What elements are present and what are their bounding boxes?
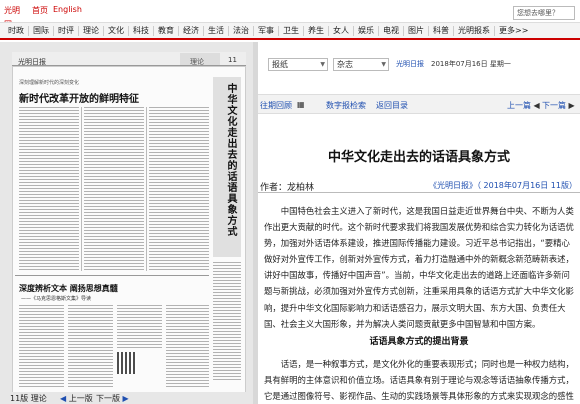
nav-item[interactable]: 科技	[129, 25, 154, 36]
nav-item[interactable]: 生活	[204, 25, 229, 36]
nav-item[interactable]: 更多>>	[495, 26, 532, 36]
nav-item[interactable]: 光明报系	[454, 25, 495, 36]
chevron-down-icon: ▼	[320, 61, 325, 68]
nav-item[interactable]: 文化	[104, 25, 129, 36]
article-text-column[interactable]	[166, 305, 209, 389]
prev-article-link[interactable]: 上一篇 ◀	[507, 100, 540, 111]
nav-item[interactable]: 时政	[4, 25, 29, 36]
paper-kicker: 深刻理解新时代的深刻变化	[19, 80, 80, 86]
nav-item[interactable]: 养生	[304, 25, 329, 36]
article-paragraph: 中国特色社会主义进入了新时代，这是我国日益走近世界舞台中央、不断为人类作出更大贡…	[264, 206, 574, 329]
top-bar: 光明网 首页 English 您想去哪里？	[0, 0, 580, 29]
chevron-down-icon: ▼	[381, 61, 386, 68]
magazine-select[interactable]: 杂志 ▼	[333, 58, 389, 71]
nav-item[interactable]: 国际	[29, 25, 54, 36]
home-link[interactable]: 首页	[32, 5, 48, 16]
article-text-column[interactable]	[19, 107, 79, 271]
digital-search-link[interactable]: 数字报检索	[326, 100, 366, 111]
nav-item[interactable]: 教育	[154, 25, 179, 36]
page-pager: 11版 理论 ◀ 上一版 下一版 ▶	[0, 392, 253, 404]
article-source: 《光明日报》（ 2018年07月16日 11版）	[429, 181, 577, 190]
past-issues-link[interactable]: 往期回顾	[260, 100, 292, 111]
paper-headline-2[interactable]: 深度辨析文本 阐扬思想真髓	[19, 283, 118, 294]
article-text-column[interactable]	[19, 305, 64, 389]
article-paragraph: 话语，是一种叙事方式，是文化外化的重要表现形式；同时也是一种权力结构，具有鲜明的…	[264, 359, 574, 402]
article-text-column[interactable]	[213, 262, 241, 382]
article-author: 作者：龙柏林	[260, 183, 315, 193]
nav-item[interactable]: 女人	[329, 25, 354, 36]
section-heading: 话语具象方式的提出背景	[369, 337, 469, 347]
article-text-column[interactable]	[68, 305, 113, 389]
article-text-column[interactable]	[84, 107, 144, 271]
newspaper-page[interactable]: 深刻理解新时代的深刻变化 新时代改革开放的鲜明特征 中华文化走出去的话语具象方式…	[12, 66, 246, 394]
return-toc-link[interactable]: 返回目录	[376, 100, 408, 111]
nav-item[interactable]: 娱乐	[354, 25, 379, 36]
newspaper-select[interactable]: 报纸 ▼	[268, 58, 328, 71]
issue-date: 2018年07月16日 星期一	[431, 60, 511, 68]
nav-item[interactable]: 理论	[79, 25, 104, 36]
next-page-link[interactable]: 下一版 ▶	[96, 393, 129, 404]
next-article-link[interactable]: 下一篇 ▶	[542, 100, 575, 111]
vertical-title[interactable]: 中华文化走出去的话语具象方式	[223, 83, 238, 237]
main-nav: 时政 国际 时评 理论 文化 科技 教育 经济 生活 法治 军事 卫生 养生 女人 娱乐 电视 图片 科普 光明报系…	[0, 22, 580, 40]
article-text-column[interactable]	[117, 305, 162, 349]
nav-item[interactable]: 时评	[54, 25, 79, 36]
nav-item[interactable]: 图片	[404, 25, 429, 36]
nav-item[interactable]: 法治	[229, 25, 254, 36]
page-number: 11	[228, 56, 237, 64]
site-logo[interactable]: 光明网	[4, 4, 26, 29]
article-text-column[interactable]	[149, 107, 209, 271]
qr-code-icon	[117, 352, 137, 374]
author-row: 作者：龙柏林 《光明日报》（ 2018年07月16日 11版）	[258, 177, 580, 193]
nav-item[interactable]: 卫生	[279, 25, 304, 36]
nav-item[interactable]: 经济	[179, 25, 204, 36]
search-input[interactable]: 您想去哪里？	[513, 6, 575, 20]
nav-item[interactable]: 电视	[379, 25, 404, 36]
issue-nav-bar: 往期回顾 ▦ 数字报检索 返回目录 上一篇 ◀ 下一篇 ▶	[258, 94, 580, 114]
calendar-icon[interactable]: ▦	[297, 100, 305, 109]
prev-page-link[interactable]: ◀ 上一版	[60, 393, 93, 404]
english-link[interactable]: English	[53, 5, 82, 14]
paper-name-link[interactable]: 光明日报	[396, 59, 424, 69]
current-page-label: 11版 理论	[10, 394, 47, 403]
paper-subhead-2: ——《马克思恩格斯文集》导读	[21, 296, 92, 302]
nav-item[interactable]: 军事	[254, 25, 279, 36]
paper-headline[interactable]: 新时代改革开放的鲜明特征	[19, 90, 139, 105]
nav-item[interactable]: 科普	[429, 25, 454, 36]
article-title: 中华文化走出去的话语具象方式	[327, 150, 510, 165]
